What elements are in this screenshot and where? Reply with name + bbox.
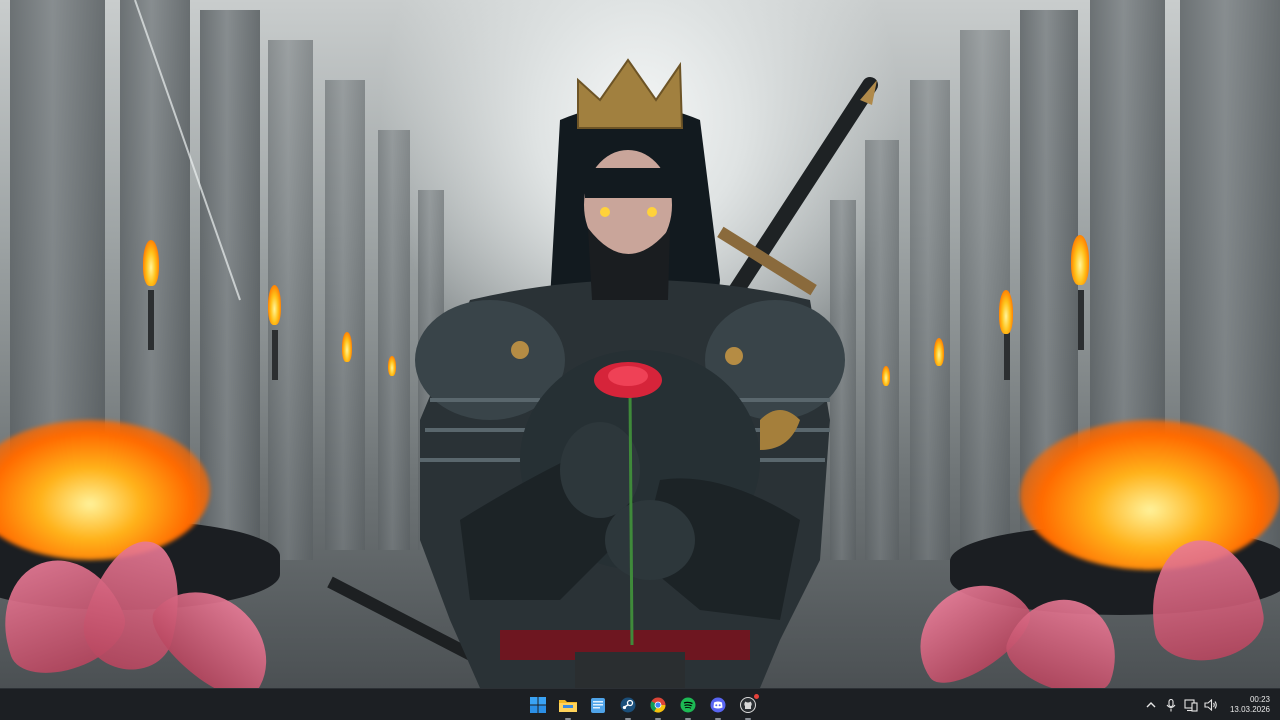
volume-button[interactable]: [1202, 696, 1220, 714]
steam-icon: [620, 697, 636, 713]
windows-start-icon: [530, 697, 546, 713]
discord-icon: [710, 697, 726, 713]
show-hidden-icons-button[interactable]: [1142, 696, 1160, 714]
clock-time: 00:23: [1249, 695, 1270, 704]
taskbar-apps: [526, 689, 760, 720]
desktop-wallpaper: [0, 0, 1280, 688]
taskbar-file-explorer[interactable]: [556, 693, 580, 720]
clock[interactable]: 00:23 13.03.2026: [1230, 695, 1270, 715]
spotify-icon: [680, 697, 696, 713]
start-button[interactable]: [526, 693, 550, 717]
taskbar-chrome[interactable]: [646, 693, 670, 720]
taskbar-spotify[interactable]: [676, 693, 700, 720]
taskbar-github[interactable]: [736, 693, 760, 720]
taskbar-discord[interactable]: [706, 693, 730, 720]
volume-icon: [1204, 699, 1217, 711]
chrome-icon: [650, 697, 666, 713]
microphone-button[interactable]: [1162, 696, 1180, 714]
microphone-icon: [1166, 698, 1176, 711]
armored-knight-figure: [327, 58, 878, 688]
github-icon: [740, 697, 756, 713]
notepad-icon: [591, 698, 605, 713]
chevron-up-icon: [1146, 702, 1156, 708]
system-tray: 00:23 13.03.2026: [1142, 689, 1280, 720]
clock-date: 13.03.2026: [1229, 705, 1270, 714]
folder-icon: [559, 700, 577, 712]
network-button[interactable]: [1182, 696, 1200, 714]
taskbar-steam[interactable]: [616, 693, 640, 720]
taskbar: 00:23 13.03.2026: [0, 688, 1280, 720]
notification-badge: [754, 694, 759, 699]
taskbar-notepad[interactable]: [586, 693, 610, 717]
network-icon: [1184, 698, 1198, 712]
